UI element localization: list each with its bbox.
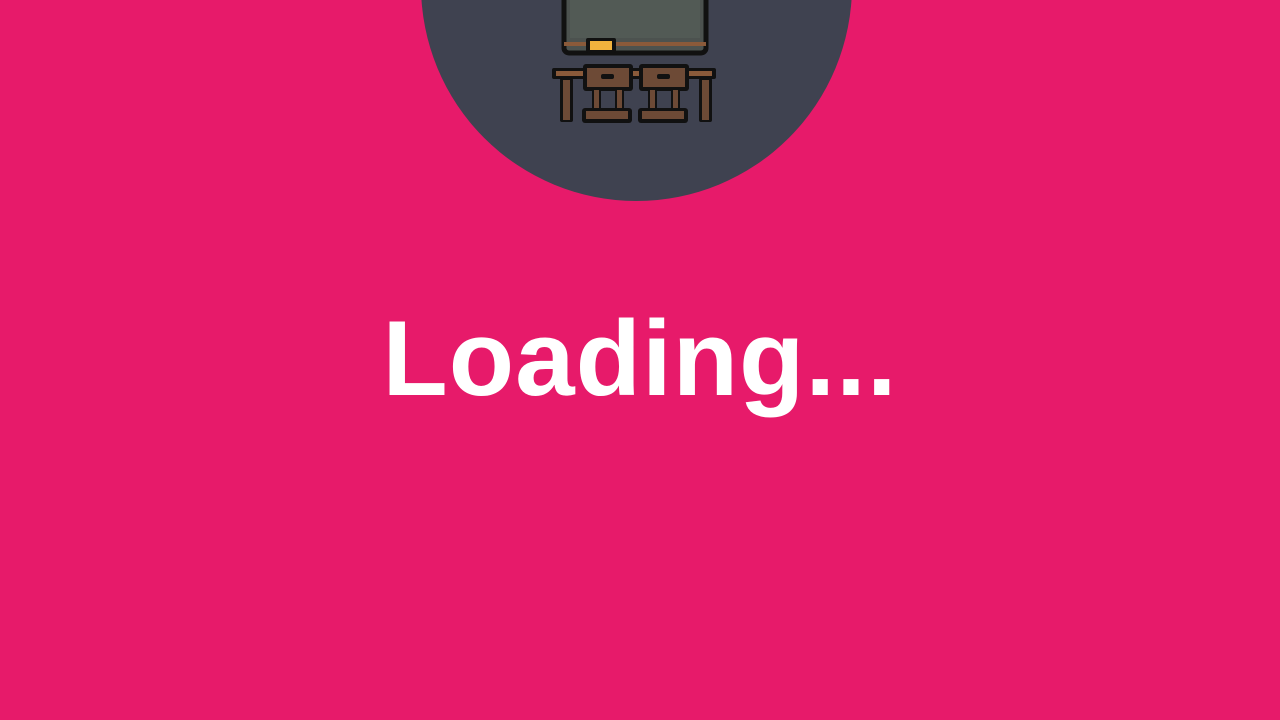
loading-message: Loading...	[382, 298, 898, 418]
classroom-icon	[552, 0, 716, 123]
